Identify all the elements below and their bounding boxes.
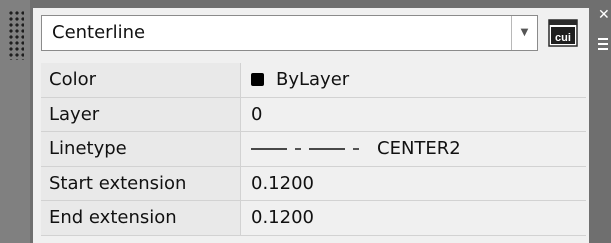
property-row-start-extension[interactable]: Start extension 0.1200 [41,166,586,201]
palette-title-bar[interactable] [0,0,30,243]
linetype-preview-icon [251,148,359,150]
linetype-value-text: CENTER2 [377,138,461,160]
property-row-end-extension[interactable]: End extension 0.1200 [41,201,586,236]
property-name: Layer [41,97,241,131]
properties-palette: Centerline ▼ cui ✕ Color ByLayer Layer 0 [0,0,611,243]
property-value[interactable]: 0.1200 [251,201,586,235]
properties-list: Color ByLayer Layer 0 Linetype CENTER2 S… [41,63,586,236]
close-icon[interactable]: ✕ [598,8,610,22]
cui-icon: cui [548,19,578,47]
palette-side-strip [592,0,611,243]
palette-menu-icon[interactable] [598,38,608,53]
chevron-down-icon: ▼ [520,27,529,38]
svg-text:cui: cui [555,32,571,44]
property-name: Linetype [41,132,241,166]
dropdown-value: Centerline [52,22,146,43]
object-type-dropdown[interactable]: Centerline ▼ [41,15,538,51]
color-value-text: ByLayer [276,69,350,91]
property-row-color[interactable]: Color ByLayer [41,63,586,98]
property-value[interactable]: CENTER2 [251,132,586,166]
property-value[interactable]: 0.1200 [251,167,586,201]
property-row-linetype[interactable]: Linetype CENTER2 [41,132,586,167]
dropdown-arrow-button[interactable]: ▼ [511,16,537,50]
property-name: End extension [41,201,241,235]
drag-grip-icon[interactable] [8,10,24,60]
property-value[interactable]: 0 [251,98,586,132]
property-name: Color [41,63,241,97]
property-value[interactable]: ByLayer [251,63,586,97]
color-swatch [251,73,264,87]
cui-button[interactable]: cui [546,17,580,49]
property-name: Start extension [41,166,241,200]
property-row-layer[interactable]: Layer 0 [41,97,586,132]
